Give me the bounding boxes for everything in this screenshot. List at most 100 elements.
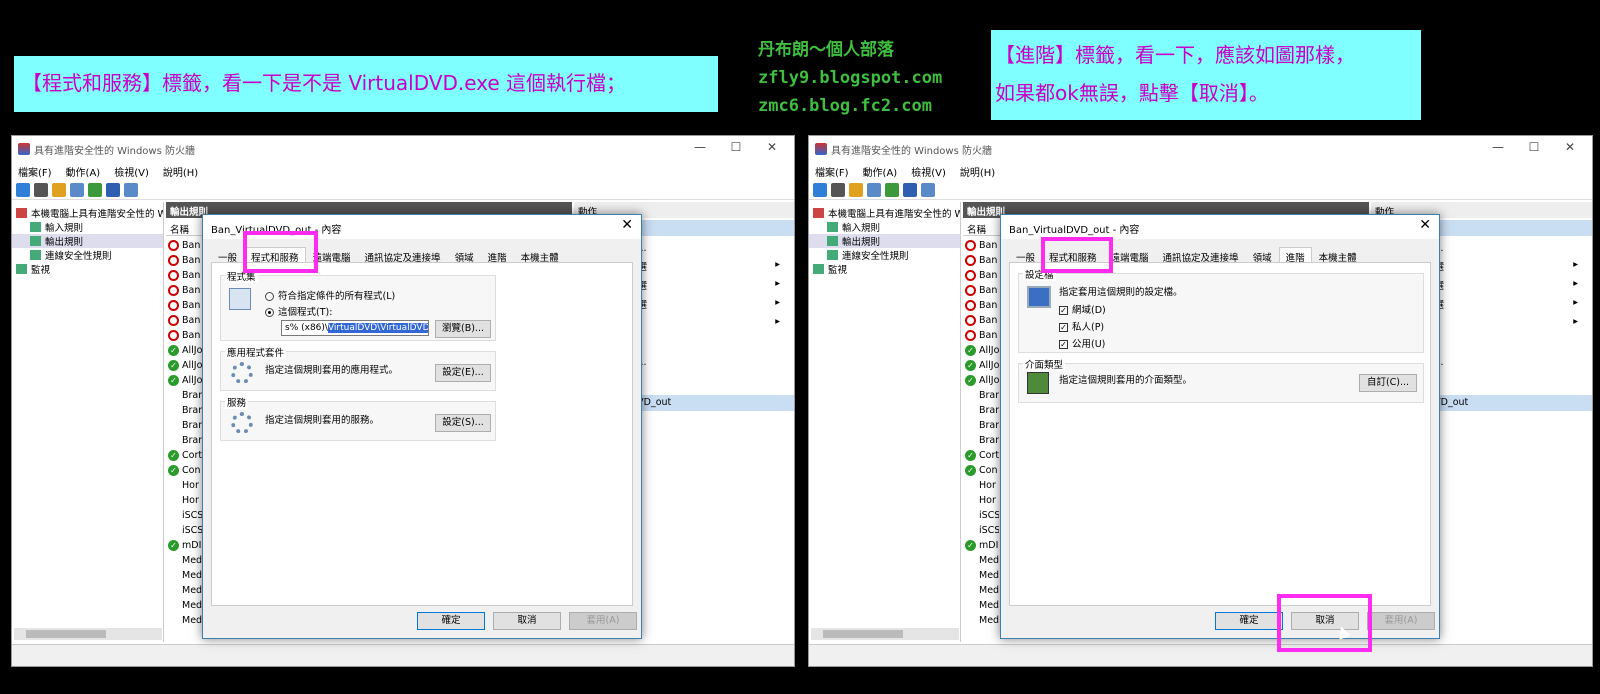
tree-item[interactable]: 監視 <box>809 262 960 276</box>
customize-button[interactable]: 自訂(C)... <box>1359 374 1417 392</box>
table-row[interactable]: iSCS <box>965 508 999 523</box>
tree-item[interactable]: 輸出規則 <box>809 234 960 248</box>
help-icon[interactable] <box>903 182 917 197</box>
program-path-input[interactable]: s% (x86)\VirtualDVD\VirtualDVD.exe <box>281 320 429 336</box>
table-row[interactable]: Bran <box>168 418 202 433</box>
table-row[interactable]: Bran <box>168 403 202 418</box>
table-row[interactable]: ✓ Con <box>965 463 999 478</box>
services-settings-button[interactable]: 設定(S)... <box>435 414 491 432</box>
table-row[interactable]: Ban <box>965 313 999 328</box>
browse-button[interactable]: 瀏覽(B)... <box>435 320 491 338</box>
table-row[interactable]: Ban <box>168 268 202 283</box>
table-row[interactable]: Bran <box>965 433 999 448</box>
checkbox-private[interactable]: ✓ 私人(P) <box>1059 319 1104 333</box>
menu-item[interactable]: 檢視(V) <box>911 164 946 179</box>
tab-5[interactable]: 進階 <box>1278 247 1312 264</box>
table-row[interactable]: Hor <box>965 478 999 493</box>
scroll-thumb[interactable] <box>823 630 903 638</box>
tree-item[interactable]: 輸入規則 <box>12 220 163 234</box>
show-hide-icon[interactable] <box>867 182 881 197</box>
table-row[interactable]: Med <box>168 583 202 598</box>
radio-this-program[interactable]: 這個程式(T): <box>265 304 332 318</box>
table-row[interactable]: iSCS <box>965 523 999 538</box>
table-row[interactable]: Ban <box>965 298 999 313</box>
table-row[interactable]: Med <box>168 568 202 583</box>
help-icon[interactable] <box>106 182 120 197</box>
table-row[interactable]: Bran <box>965 418 999 433</box>
table-row[interactable]: Bran <box>168 388 202 403</box>
tree-item[interactable]: 本機電腦上具有進階安全性的 W <box>809 206 960 220</box>
table-row[interactable]: Ban <box>168 328 202 343</box>
table-row[interactable]: Med <box>168 553 202 568</box>
table-row[interactable]: Med <box>965 568 999 583</box>
tab-4[interactable]: 領域 <box>1246 247 1279 264</box>
table-row[interactable]: ✓ AllJo <box>168 343 202 358</box>
menu-item[interactable]: 檢視(V) <box>114 164 149 179</box>
tab-6[interactable]: 本機主體 <box>1312 247 1364 264</box>
table-row[interactable]: Bran <box>965 388 999 403</box>
table-row[interactable]: Ban <box>168 313 202 328</box>
table-row[interactable]: Med <box>965 598 999 613</box>
table-row[interactable]: Ban <box>168 238 202 253</box>
table-row[interactable]: Med <box>168 598 202 613</box>
table-row[interactable]: Med <box>965 553 999 568</box>
tree-item[interactable]: 輸入規則 <box>809 220 960 234</box>
table-row[interactable]: ✓ Cort <box>965 448 999 463</box>
table-row[interactable]: Ban <box>965 238 999 253</box>
table-row[interactable]: Med <box>168 613 202 628</box>
table-row[interactable]: Med <box>965 613 999 628</box>
scroll-thumb[interactable] <box>26 630 106 638</box>
tab-0[interactable]: 一般 <box>1009 247 1042 264</box>
table-row[interactable]: iSCS <box>168 508 202 523</box>
table-row[interactable]: ✓ AllJo <box>965 373 999 388</box>
tab-4[interactable]: 領域 <box>448 247 481 264</box>
menu-item[interactable]: 檔案(F) <box>18 164 52 179</box>
tab-5[interactable]: 進階 <box>481 247 514 264</box>
tree-scrollbar[interactable] <box>14 628 162 640</box>
show-hide-icon[interactable] <box>70 182 84 197</box>
export-icon[interactable] <box>885 182 899 197</box>
forward-icon[interactable] <box>831 182 845 197</box>
tab-3[interactable]: 通訊協定及連接埠 <box>1156 247 1246 264</box>
table-row[interactable]: Bran <box>965 403 999 418</box>
tree-item[interactable]: 本機電腦上具有進階安全性的 W <box>12 206 163 220</box>
table-row[interactable]: Ban <box>168 253 202 268</box>
table-row[interactable]: ✓ AllJo <box>168 358 202 373</box>
tab-0[interactable]: 一般 <box>211 247 244 264</box>
tree-item[interactable]: 輸出規則 <box>12 234 163 248</box>
close-icon[interactable]: ✕ <box>1419 217 1431 233</box>
back-icon[interactable] <box>16 182 30 197</box>
console-icon[interactable] <box>124 182 138 197</box>
table-row[interactable]: ✓ AllJo <box>965 358 999 373</box>
close-icon[interactable]: ✕ <box>754 140 790 154</box>
table-row[interactable]: Ban <box>965 268 999 283</box>
table-row[interactable]: Hor <box>168 478 202 493</box>
export-icon[interactable] <box>88 182 102 197</box>
packages-settings-button[interactable]: 設定(E)... <box>435 364 491 382</box>
table-row[interactable]: Hor <box>168 493 202 508</box>
table-row[interactable]: Ban <box>168 283 202 298</box>
table-row[interactable]: iSCS <box>168 523 202 538</box>
menu-item[interactable]: 檔案(F) <box>815 164 849 179</box>
maximize-icon[interactable]: ☐ <box>718 140 754 154</box>
tree-item[interactable]: 連線安全性規則 <box>12 248 163 262</box>
ok-button[interactable]: 確定 <box>417 612 485 630</box>
close-icon[interactable]: ✕ <box>1552 140 1588 154</box>
table-row[interactable]: Med <box>965 583 999 598</box>
table-row[interactable]: ✓ AllJo <box>168 373 202 388</box>
folder-up-icon[interactable] <box>849 182 863 197</box>
ok-button[interactable]: 確定 <box>1215 612 1283 630</box>
back-icon[interactable] <box>813 182 827 197</box>
checkbox-domain[interactable]: ✓ 網域(D) <box>1059 302 1106 316</box>
menu-item[interactable]: 說明(H) <box>960 164 995 179</box>
close-icon[interactable]: ✕ <box>621 217 633 233</box>
table-row[interactable]: Bran <box>168 433 202 448</box>
minimize-icon[interactable]: — <box>682 140 718 154</box>
table-row[interactable]: Hor <box>965 493 999 508</box>
table-row[interactable]: ✓ Cort <box>168 448 202 463</box>
maximize-icon[interactable]: ☐ <box>1516 140 1552 154</box>
table-row[interactable]: Ban <box>168 298 202 313</box>
radio-all-programs[interactable]: 符合指定條件的所有程式(L) <box>265 288 395 302</box>
table-row[interactable]: ✓ mDI <box>965 538 999 553</box>
folder-up-icon[interactable] <box>52 182 66 197</box>
